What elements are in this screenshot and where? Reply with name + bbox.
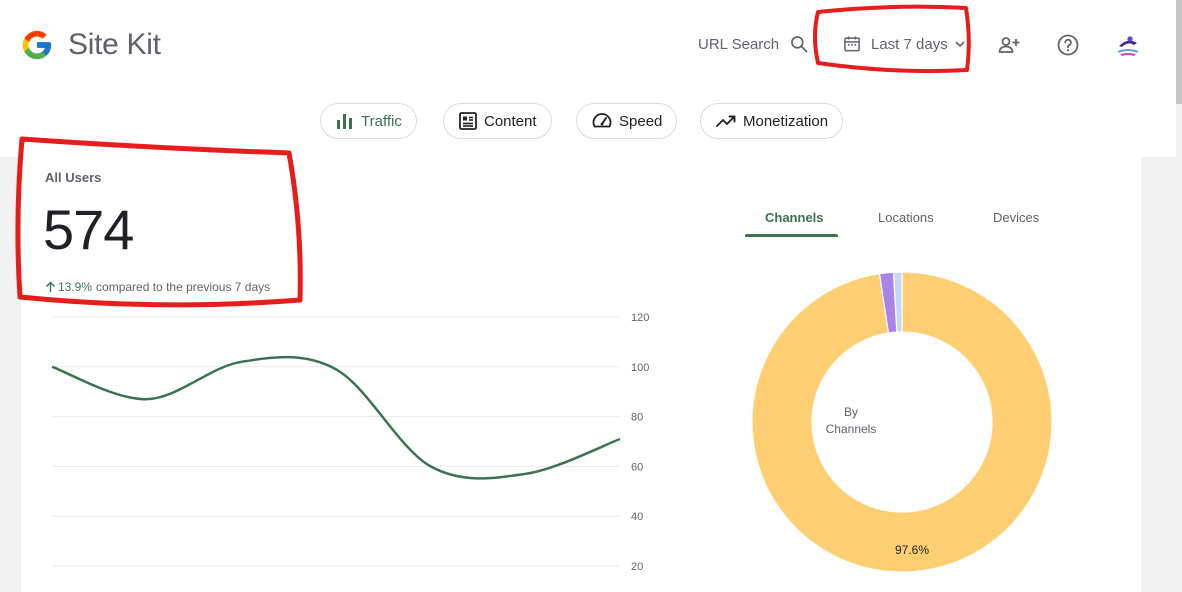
y-tick-label: 60: [631, 461, 643, 473]
donut-center-label: By Channels: [801, 404, 901, 438]
chevron-down-icon: [955, 41, 965, 47]
tab-devices[interactable]: Devices: [993, 210, 1039, 225]
donut-data-label: 97.6%: [894, 543, 930, 557]
trending-up-icon: [716, 115, 736, 127]
search-icon: [791, 36, 808, 53]
users-line-chart: 120 100 80 60 40 20: [51, 312, 649, 573]
channels-donut-chart: [751, 271, 1053, 573]
google-g-icon: [22, 30, 52, 60]
chip-content-label: Content: [484, 112, 537, 130]
avatar-image: [1114, 31, 1142, 59]
chip-speed-label: Speed: [619, 112, 663, 130]
chip-speed[interactable]: Speed: [576, 103, 678, 139]
bar-chart-icon: [337, 114, 352, 129]
calendar-icon: [844, 36, 860, 52]
date-range-selector[interactable]: Last 7 days: [842, 34, 966, 54]
date-range-label: Last 7 days: [871, 35, 948, 53]
add-user-button[interactable]: [997, 33, 1021, 62]
page-scrollbar[interactable]: [1176, 0, 1182, 592]
y-tick-label: 40: [631, 511, 643, 523]
tab-active-indicator: [745, 234, 838, 237]
series-line-all-users: [51, 355, 621, 480]
chip-content[interactable]: Content: [443, 103, 552, 139]
url-search-label: URL Search: [698, 35, 780, 53]
user-avatar[interactable]: [1114, 31, 1142, 59]
y-tick-label: 100: [631, 362, 649, 374]
chip-traffic[interactable]: Traffic: [320, 103, 417, 139]
help-button[interactable]: [1056, 33, 1080, 62]
site-kit-logo[interactable]: Site Kit: [20, 28, 161, 62]
speedometer-icon: [592, 113, 612, 128]
chip-traffic-label: Traffic: [361, 112, 402, 130]
article-icon: [459, 112, 477, 130]
donut-center-line2: Channels: [825, 422, 877, 436]
help-icon: [1057, 34, 1079, 56]
y-tick-label: 120: [631, 312, 649, 324]
traffic-card: All Users 574 13.9% compared to the prev…: [21, 157, 1141, 592]
url-search-button[interactable]: URL Search: [698, 34, 809, 54]
chip-monetization[interactable]: Monetization: [700, 103, 844, 139]
y-tick-label: 20: [631, 561, 643, 573]
chip-monetization-label: Monetization: [743, 112, 829, 130]
donut-center-line1: By: [843, 405, 858, 419]
site-kit-header: Site Kit URL Search Last 7 days Traffic …: [0, 0, 1176, 157]
app-name: Site Kit: [68, 28, 161, 61]
tab-locations[interactable]: Locations: [878, 210, 934, 225]
person-add-icon: [998, 37, 1020, 53]
scrollbar-thumb[interactable]: [1176, 0, 1182, 104]
y-tick-label: 80: [631, 412, 643, 424]
tab-channels[interactable]: Channels: [765, 210, 824, 225]
